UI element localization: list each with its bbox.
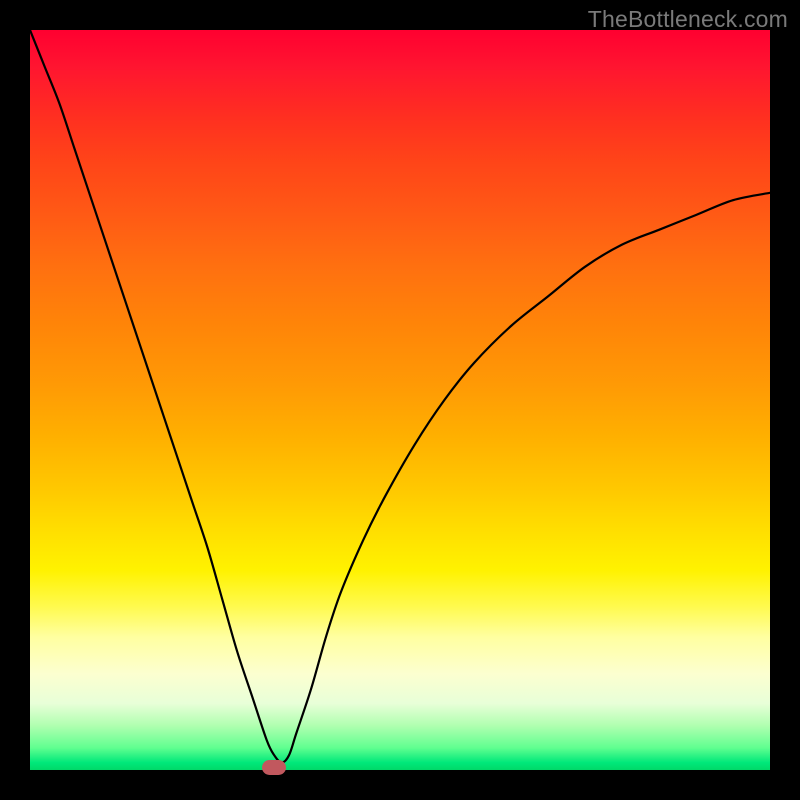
chart-frame: TheBottleneck.com (0, 0, 800, 800)
watermark-text: TheBottleneck.com (588, 6, 788, 33)
plot-area (30, 30, 770, 770)
curve-svg (30, 30, 770, 770)
optimum-marker (262, 760, 286, 775)
bottleneck-curve (30, 30, 770, 763)
